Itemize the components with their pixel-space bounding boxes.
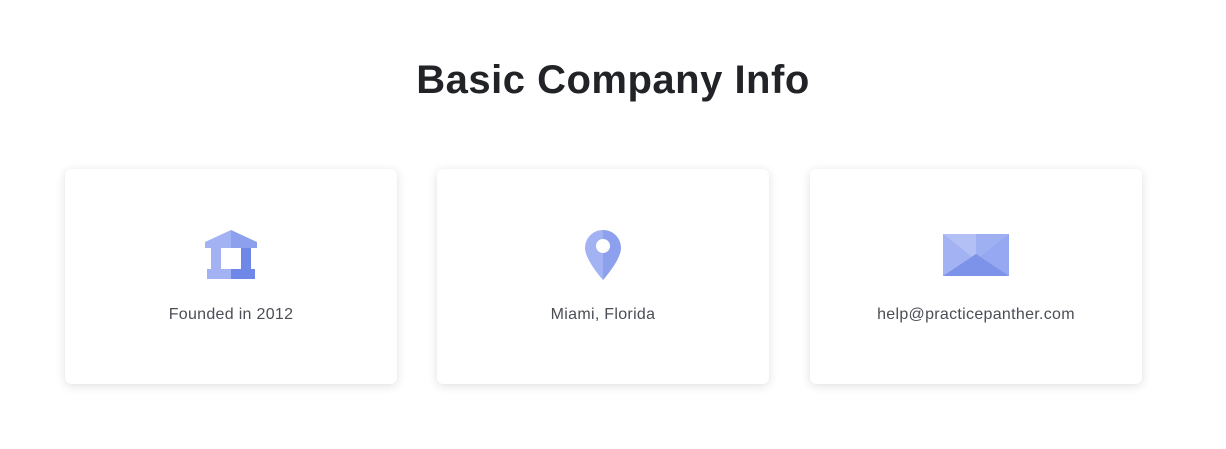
page-title: Basic Company Info xyxy=(416,58,810,102)
location-card: Miami, Florida xyxy=(437,169,769,384)
email-text[interactable]: help@practicepanther.com xyxy=(810,304,1142,326)
founded-text: Founded in 2012 xyxy=(168,306,294,323)
envelope-icon xyxy=(810,225,1142,285)
map-pin-icon xyxy=(437,225,769,285)
founded-card: Founded in 2012 xyxy=(65,169,397,384)
email-card: help@practicepanther.com xyxy=(810,169,1142,384)
bank-building-icon xyxy=(65,225,397,285)
location-text: Miami, Florida xyxy=(550,306,656,323)
